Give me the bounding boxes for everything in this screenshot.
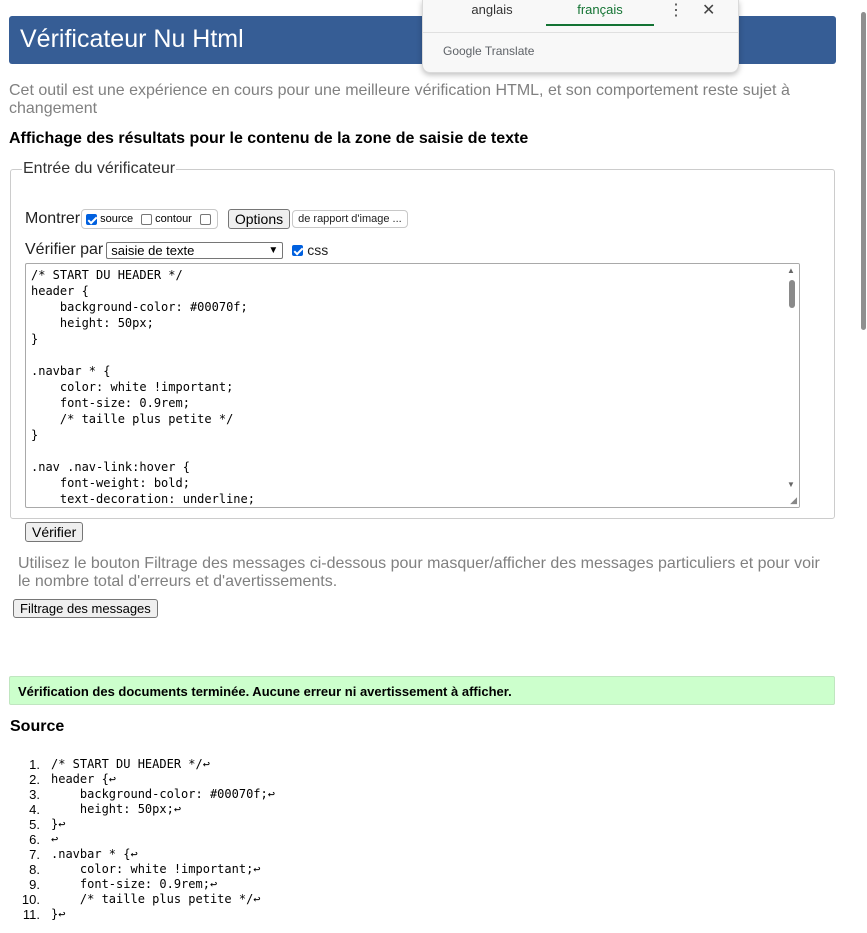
tab-english[interactable]: anglais	[439, 2, 545, 24]
css-checkbox-label[interactable]: css	[307, 242, 328, 258]
page-scrollbar[interactable]	[860, 0, 867, 933]
results-subtitle: Affichage des résultats pour le contenu …	[9, 130, 529, 147]
resize-handle-icon[interactable]: ◢	[790, 495, 797, 506]
source-line: 8. color: white !important;↩	[8, 862, 828, 877]
source-line-code: /* taille plus petite */↩	[51, 892, 261, 906]
text-input-content: /* START DU HEADER */ header { backgroun…	[31, 268, 255, 506]
source-line-code: ↩	[51, 832, 59, 846]
source-line: 7. .navbar * {↩	[8, 847, 828, 862]
source-checkbox[interactable]	[86, 213, 98, 225]
source-line: 5. }↩	[8, 817, 828, 832]
outline-checkbox-label[interactable]: contour	[155, 213, 192, 225]
check-by-select[interactable]: saisie de texte ▼	[106, 241, 284, 259]
source-line: 9. font-size: 0.9rem;↩	[8, 877, 828, 892]
source-checkbox-label[interactable]: source	[100, 213, 133, 225]
css-checkbox[interactable]	[292, 244, 304, 256]
check-by-label: Vérifier par	[25, 241, 104, 258]
page-title: Vérificateur Nu Html	[20, 25, 244, 53]
source-line-number: 3.	[29, 787, 40, 802]
source-line: 10. /* taille plus petite */↩	[8, 892, 828, 907]
image-report-checkbox[interactable]	[199, 213, 211, 225]
source-line-number: 1.	[29, 757, 40, 772]
source-line: 1. /* START DU HEADER */↩	[8, 757, 828, 772]
chevron-down-icon: ▼	[268, 244, 279, 256]
filter-note: Utilisez le bouton Filtrage des messages…	[18, 555, 820, 590]
close-icon[interactable]: ✕	[702, 0, 715, 20]
source-line-code: color: white !important;↩	[51, 862, 261, 876]
page: Vérificateur Nu Html Cet outil est une e…	[0, 0, 860, 933]
source-line-number: 7.	[29, 847, 40, 862]
source-line-code: }↩	[51, 817, 66, 831]
verify-button[interactable]: Vérifier	[25, 522, 84, 542]
source-line-number: 4.	[29, 802, 40, 817]
text-input-area[interactable]: /* START DU HEADER */ header { backgroun…	[25, 263, 800, 508]
source-line-number: 9.	[29, 877, 40, 892]
outline-checkbox[interactable]	[141, 213, 153, 225]
intro-text: Cet outil est une expérience en cours po…	[9, 82, 790, 117]
source-line-code: .navbar * {↩	[51, 847, 138, 861]
source-line-number: 10.	[21, 892, 40, 907]
image-report-button[interactable]: de rapport d'image ...	[292, 210, 408, 228]
page-scroll-thumb[interactable]	[861, 12, 866, 330]
check-by-select-value: saisie de texte	[111, 242, 195, 258]
show-options-row: Montrer source contour Options de rappor…	[25, 208, 408, 230]
source-listing: 1./* START DU HEADER */↩ 2. header {↩ 3. ba…	[8, 757, 828, 922]
scroll-down-icon[interactable]: ▼	[787, 480, 795, 489]
google-translate-popup: anglais français ⋮ ✕ Google Translate	[422, 0, 739, 73]
source-line-number: 2.	[29, 772, 40, 787]
source-line: 11. }↩	[8, 907, 828, 922]
options-button[interactable]: Options	[227, 209, 291, 229]
source-line-number: 5.	[29, 817, 40, 832]
translate-divider	[423, 32, 738, 33]
source-line-code: /* START DU HEADER */↩	[51, 757, 210, 771]
source-line: 3. background-color: #00070f;↩	[8, 787, 828, 802]
google-translate-brand: Google Translate	[443, 44, 535, 58]
source-line: 2. header {↩	[8, 772, 828, 787]
source-line-code: font-size: 0.9rem;↩	[51, 877, 218, 891]
checker-input-fieldset: Entrée du vérificateur Montrer source co…	[10, 160, 835, 542]
source-line-code: background-color: #00070f;↩	[51, 787, 275, 801]
source-line-number: 8.	[29, 862, 40, 877]
check-by-row: Vérifier par saisie de texte ▼ css	[25, 239, 328, 261]
show-label: Montrer	[25, 210, 81, 227]
source-line: 4. height: 50px;↩	[8, 802, 828, 817]
source-heading: Source	[10, 718, 65, 735]
more-options-icon[interactable]: ⋮	[668, 0, 684, 20]
show-checkbox-group: source contour	[81, 209, 218, 229]
message-filter-button[interactable]: Filtrage des messages	[13, 599, 158, 618]
source-line-code: }↩	[51, 907, 66, 921]
success-message: Vérification des documents terminée. Auc…	[9, 676, 835, 705]
checker-legend: Entrée du vérificateur	[23, 160, 176, 177]
source-line-code: height: 50px;↩	[51, 802, 182, 816]
source-line-number: 11.	[22, 907, 40, 922]
tab-french[interactable]: français	[546, 2, 654, 26]
source-line-number: 6.	[29, 832, 40, 847]
source-line-code: header {↩	[51, 772, 117, 786]
textarea-scroll-thumb[interactable]	[789, 280, 795, 308]
textarea-scrollbar[interactable]: ▲ ▼	[784, 264, 799, 507]
scroll-up-icon[interactable]: ▲	[787, 266, 795, 275]
source-line: 6. ↩	[8, 832, 828, 847]
